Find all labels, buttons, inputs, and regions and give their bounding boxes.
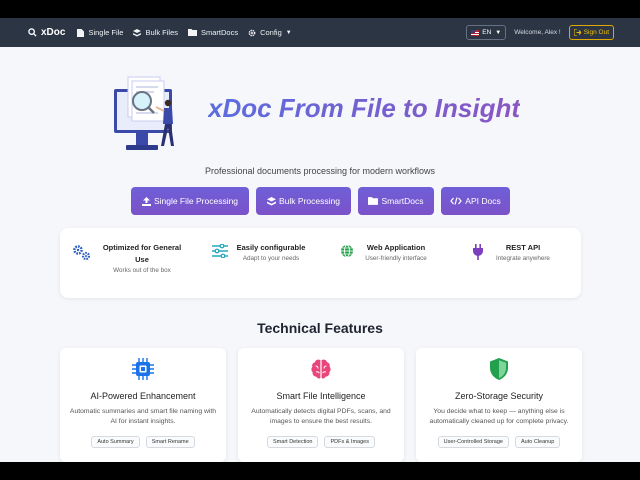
- feature-title: Web Application: [366, 243, 426, 252]
- feature-desc: Integrate anywhere: [496, 255, 550, 262]
- tag: Smart Rename: [145, 436, 195, 448]
- nav-smartdocs[interactable]: SmartDocs: [188, 28, 238, 37]
- tag: PDFs & Images: [324, 436, 375, 448]
- tech-card-smart-file: Smart File Intelligence Automatically de…: [238, 348, 404, 462]
- tech-card-desc: Automatically detects digital PDFs, scan…: [251, 408, 391, 425]
- tag: User-Controlled Storage: [437, 436, 509, 448]
- sign-out-label: Sign Out: [583, 29, 609, 36]
- brand[interactable]: xDoc: [28, 27, 65, 38]
- hero-button-row: Single File Processing Bulk Processing S…: [131, 187, 517, 215]
- tech-card-desc: You decide what to keep — anything else …: [429, 408, 569, 425]
- gears-icon: [73, 245, 91, 261]
- api-docs-label: API Docs: [465, 196, 501, 206]
- feature-title: Optimized for General Use: [102, 243, 182, 264]
- feature-title: REST API: [505, 243, 541, 252]
- globe-icon: [341, 244, 353, 258]
- plug-icon: [473, 244, 483, 260]
- smartdocs-button[interactable]: SmartDocs: [358, 187, 434, 215]
- navbar: xDoc Single File Bulk Files SmartDocs Co…: [0, 18, 640, 47]
- folder-icon: [368, 197, 379, 205]
- nav-bulk-files-label: Bulk Files: [145, 28, 178, 37]
- sign-out-button[interactable]: Sign Out: [568, 25, 614, 40]
- brand-name: xDoc: [41, 27, 66, 38]
- shield-icon: [490, 358, 508, 380]
- nav-smartdocs-label: SmartDocs: [201, 28, 239, 37]
- code-icon: [450, 197, 463, 205]
- nav-single-file-label: Single File: [88, 28, 124, 37]
- upload-icon: [141, 196, 151, 206]
- feature-desc: Works out of the box: [113, 267, 171, 274]
- feature-title: Easily configurable: [236, 243, 306, 252]
- technical-features-title: Technical Features: [257, 320, 383, 336]
- bottom-letterbox: [0, 462, 640, 480]
- tag: Auto Summary: [91, 436, 140, 448]
- chevron-down-icon: ▼: [495, 29, 502, 36]
- welcome-text: Welcome, Alex !: [514, 29, 561, 36]
- single-file-processing-button[interactable]: Single File Processing: [131, 187, 249, 215]
- nav-config-dropdown[interactable]: Config ▼: [248, 28, 292, 37]
- chevron-down-icon: ▼: [285, 29, 292, 36]
- tag-list: User-Controlled Storage Auto Cleanup: [416, 436, 582, 448]
- language-select[interactable]: EN ▼: [466, 25, 507, 40]
- brain-icon: [311, 359, 331, 379]
- smartdocs-label: SmartDocs: [381, 196, 424, 206]
- sign-out-icon: [573, 29, 581, 36]
- feature-configurable: Easily configurable Adapt to your needs: [212, 242, 308, 262]
- tag-list: Auto Summary Smart Rename: [60, 436, 226, 448]
- nav-config-label: Config: [260, 28, 282, 37]
- us-flag-icon: [471, 29, 480, 36]
- feature-desc: User-friendly interface: [365, 255, 427, 262]
- tag: Auto Cleanup: [514, 436, 561, 448]
- nav-bulk-files[interactable]: Bulk Files: [133, 28, 178, 37]
- tech-card-title: AI-Powered Enhancement: [90, 391, 196, 401]
- feature-desc: Adapt to your needs: [242, 255, 300, 262]
- feature-rest-api: REST API Integrate anywhere: [472, 242, 556, 262]
- folder-icon: [188, 29, 197, 36]
- language-label: EN: [482, 29, 492, 36]
- layers-icon: [267, 196, 277, 205]
- bulk-processing-label: Bulk Processing: [279, 196, 340, 206]
- main-content: xDoc From File to Insight Professional d…: [0, 47, 640, 462]
- file-icon: [77, 28, 85, 37]
- nav-single-file[interactable]: Single File: [77, 28, 123, 37]
- nav-right: EN ▼ Welcome, Alex ! Sign Out: [466, 25, 614, 40]
- tag: Smart Detection: [267, 436, 319, 448]
- tech-card-zero-storage: Zero-Storage Security You decide what to…: [416, 348, 582, 462]
- features-overview-card: Optimized for General Use Works out of t…: [60, 228, 581, 298]
- gear-icon: [248, 29, 256, 36]
- api-docs-button[interactable]: API Docs: [441, 187, 510, 215]
- sliders-icon: [212, 244, 228, 258]
- layers-icon: [133, 28, 142, 36]
- hero-subtitle: Professional documents processing for mo…: [204, 166, 436, 176]
- tech-card-desc: Automatic summaries and smart file namin…: [69, 408, 217, 425]
- feature-web-application: Web Application User-friendly interface: [340, 242, 432, 262]
- hero-illustration: [114, 76, 174, 150]
- tech-card-title: Smart File Intelligence: [276, 391, 366, 401]
- hero-title: xDoc From File to Insight: [208, 93, 521, 123]
- feature-optimized: Optimized for General Use Works out of t…: [72, 242, 186, 274]
- bulk-processing-button[interactable]: Bulk Processing: [256, 187, 351, 215]
- tech-card-ai: AI-Powered Enhancement Automatic summari…: [60, 348, 226, 462]
- tag-list: Smart Detection PDFs & Images: [238, 436, 404, 448]
- search-icon: [28, 28, 37, 37]
- top-letterbox: [0, 0, 640, 18]
- chip-icon: [132, 358, 154, 380]
- tech-card-title: Zero-Storage Security: [454, 391, 544, 401]
- single-file-processing-label: Single File Processing: [153, 196, 239, 206]
